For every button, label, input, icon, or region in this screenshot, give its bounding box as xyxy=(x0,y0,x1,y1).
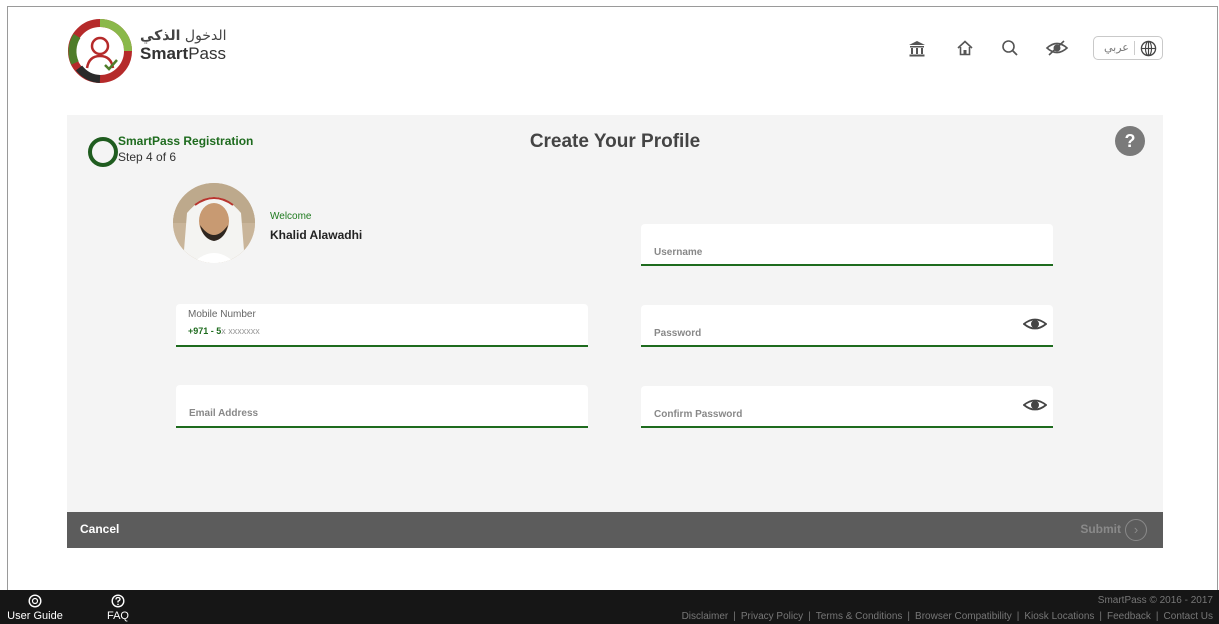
confirm-password-field[interactable]: Confirm Password xyxy=(641,386,1053,428)
mobile-hint: x xxxxxxx xyxy=(221,326,260,336)
email-placeholder: Email Address xyxy=(189,408,259,419)
footer-link-terms[interactable]: Terms & Conditions xyxy=(816,611,903,622)
life-ring-icon xyxy=(28,594,42,608)
user-full-name: Khalid Alawadhi xyxy=(270,228,363,242)
faq-button[interactable]: FAQ xyxy=(88,592,148,622)
user-guide-label: User Guide xyxy=(7,610,63,622)
action-bar: Cancel Submit › xyxy=(67,512,1163,548)
avatar-photo xyxy=(173,183,255,263)
home-icon[interactable] xyxy=(955,38,975,58)
confirm-password-placeholder: Confirm Password xyxy=(654,409,743,420)
footer-link-disclaimer[interactable]: Disclaimer xyxy=(682,611,729,622)
language-divider xyxy=(1134,41,1135,55)
smartpass-logo xyxy=(68,19,132,83)
copyright-text: SmartPass © 2016 - 2017 xyxy=(1097,595,1213,606)
question-circle-icon xyxy=(111,594,125,608)
footer-link-kiosk-locations[interactable]: Kiosk Locations xyxy=(1024,611,1094,622)
submit-arrow-icon[interactable]: › xyxy=(1125,519,1147,541)
page-title: Create Your Profile xyxy=(529,131,701,152)
language-label: عربي xyxy=(1104,41,1129,54)
password-placeholder: Password xyxy=(654,328,702,339)
institution-icon[interactable] xyxy=(907,38,927,58)
footer: User Guide FAQ SmartPass © 2016 - 2017 D… xyxy=(0,590,1219,624)
brand-english-bold: Smart xyxy=(140,44,189,63)
search-icon[interactable] xyxy=(1000,38,1020,58)
footer-links: Disclaimer | Privacy Policy | Terms & Condit… xyxy=(681,611,1213,622)
brand-english-rest: Pass xyxy=(188,44,226,63)
footer-link-contact-us[interactable]: Contact Us xyxy=(1164,611,1213,622)
brand-arabic-prefix: الدخول xyxy=(184,28,227,44)
globe-icon xyxy=(1140,40,1157,57)
footer-link-feedback[interactable]: Feedback xyxy=(1107,611,1151,622)
brand-english: SmartPass xyxy=(140,44,226,64)
brand-text: الدخول الذكي SmartPass xyxy=(140,28,226,64)
show-confirm-password-eye-icon[interactable] xyxy=(1023,396,1047,414)
mobile-number-label: Mobile Number xyxy=(188,309,256,320)
show-password-eye-icon[interactable] xyxy=(1023,315,1047,333)
footer-link-privacy-policy[interactable]: Privacy Policy xyxy=(741,611,803,622)
password-field[interactable]: Password xyxy=(641,305,1053,347)
brand-arabic: الدخول الذكي xyxy=(140,28,226,44)
footer-link-browser-compatibility[interactable]: Browser Compatibility xyxy=(915,611,1012,622)
mobile-number-field[interactable]: Mobile Number +971 - 5x xxxxxxx xyxy=(176,304,588,347)
submit-button[interactable]: Submit xyxy=(1080,522,1121,536)
mobile-number-value: +971 - 5x xxxxxxx xyxy=(188,326,260,336)
username-placeholder: Username xyxy=(654,247,703,258)
cancel-button[interactable]: Cancel xyxy=(80,522,119,536)
username-field[interactable]: Username xyxy=(641,224,1053,266)
eye-slash-icon[interactable] xyxy=(1045,38,1069,58)
email-address-field[interactable]: Email Address xyxy=(176,385,588,428)
welcome-label: Welcome xyxy=(270,211,312,222)
user-guide-button[interactable]: User Guide xyxy=(5,592,65,622)
brand-arabic-bold: الذكي xyxy=(140,28,181,44)
avatar xyxy=(173,183,255,263)
help-button[interactable]: ? xyxy=(1115,126,1145,156)
mobile-prefix: +971 - 5 xyxy=(188,326,222,336)
faq-label: FAQ xyxy=(106,610,129,622)
language-toggle-button[interactable]: عربي xyxy=(1093,36,1163,60)
